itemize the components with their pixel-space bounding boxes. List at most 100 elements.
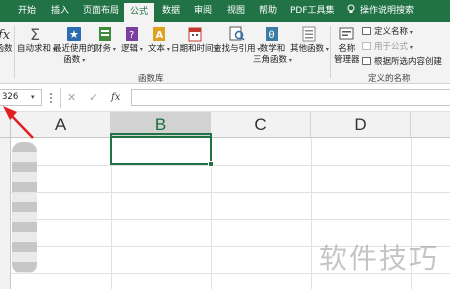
- ribbon-formulas: fx 函数 Σ 自动求和 ▾ ★ 最近使用的 函数 ▾ 财务 ▾ ? 逻辑 ▾ …: [0, 22, 450, 84]
- date-time-label: 日期和时间: [171, 44, 214, 54]
- row-header-strip[interactable]: [0, 138, 11, 289]
- tab-home[interactable]: 开始: [18, 0, 36, 22]
- formula-bar-separator: [60, 88, 61, 108]
- function-library-group-label: 函数库: [138, 74, 164, 84]
- date-time-button[interactable]: 日期和时间 ▾: [171, 25, 218, 55]
- defined-names-group-label: 定义的名称: [368, 74, 411, 84]
- name-box[interactable]: 326: [0, 89, 42, 106]
- tab-view[interactable]: 视图: [227, 0, 245, 22]
- lightbulb-icon: [347, 4, 355, 13]
- logical-label: 逻辑: [121, 44, 139, 54]
- insert-function-label: 函数: [0, 44, 13, 54]
- more-functions-button[interactable]: 其他函数 ▾: [290, 25, 329, 55]
- formula-bar: 326 ▾ ✕ ✓ fx: [0, 84, 450, 112]
- svg-text:★: ★: [69, 28, 79, 41]
- insert-function-button[interactable]: fx 函数: [0, 25, 14, 55]
- vertical-dots-icon[interactable]: [49, 92, 53, 104]
- row-gridline: [11, 192, 450, 193]
- financial-button[interactable]: 财务 ▾: [94, 25, 116, 55]
- selected-cell-b1[interactable]: [110, 133, 214, 167]
- name-manager-icon: [339, 27, 354, 40]
- confirm-entry-button[interactable]: ✓: [89, 89, 98, 106]
- sigma-icon: Σ: [30, 25, 40, 43]
- name-manager-button[interactable]: 名称 管理器: [334, 25, 360, 66]
- ribbon-tab-bar: 开始 插入 页面布局 公式 数据 审阅 视图 帮助 PDF工具集 操作说明搜索: [0, 0, 450, 22]
- chevron-down-icon: ▾: [324, 46, 329, 53]
- autosum-label: 自动求和: [17, 44, 52, 54]
- star-icon: ★: [67, 27, 82, 41]
- tab-insert[interactable]: 插入: [51, 0, 69, 22]
- create-from-selection-label: 根据所选内容创建: [374, 57, 443, 67]
- column-header-e-partial[interactable]: [411, 112, 450, 138]
- column-gridline: [311, 138, 312, 289]
- svg-text:fx: fx: [0, 28, 11, 43]
- chevron-down-icon: ▾: [165, 46, 170, 53]
- define-name-button[interactable]: 定义名称 ▾: [362, 27, 413, 38]
- worksheet-grid[interactable]: A B C D 软件技巧: [0, 112, 450, 289]
- chevron-down-icon: ▾: [408, 29, 413, 36]
- create-from-selection-button[interactable]: 根据所选内容创建: [362, 57, 442, 68]
- svg-text:A: A: [155, 30, 163, 41]
- recently-used-label-2: 函数: [63, 55, 81, 65]
- cancel-entry-button[interactable]: ✕: [67, 89, 76, 106]
- more-functions-icon: [302, 26, 316, 42]
- calendar-icon: [188, 27, 202, 42]
- ribbon-separator: [14, 26, 15, 78]
- svg-text:θ: θ: [269, 30, 275, 41]
- math-trig-label-1: 数学和: [259, 44, 286, 54]
- text-functions-button[interactable]: A 文本 ▾: [148, 25, 170, 55]
- financial-book-icon: [98, 27, 111, 41]
- insert-function-fx-button[interactable]: fx: [111, 89, 120, 106]
- blurred-row-region: [12, 142, 37, 274]
- tell-me-label: 操作说明搜索: [360, 6, 415, 16]
- name-manager-label-2: 管理器: [334, 55, 360, 65]
- recently-used-label-1: 最近使用的: [53, 44, 96, 54]
- tab-review[interactable]: 审阅: [194, 0, 212, 22]
- tab-pdf-tools[interactable]: PDF工具集: [290, 0, 335, 22]
- lookup-magnifier-icon: [229, 26, 245, 41]
- name-manager-label-1: 名称: [338, 44, 356, 54]
- fx-icon: fx: [0, 28, 11, 43]
- column-header-c[interactable]: C: [211, 112, 311, 138]
- lookup-reference-label: 查找与引用: [213, 44, 256, 54]
- tell-me-search[interactable]: 操作说明搜索: [346, 0, 414, 22]
- use-in-formula-label: 用于公式: [374, 42, 409, 52]
- select-all-corner[interactable]: [0, 112, 11, 138]
- formula-input[interactable]: [131, 89, 450, 106]
- chevron-down-icon: ▾: [287, 57, 292, 64]
- more-functions-label: 其他函数: [290, 44, 325, 54]
- use-in-formula-icon: [362, 42, 371, 50]
- define-name-icon: [362, 27, 371, 35]
- chevron-down-icon: ▾: [80, 57, 86, 64]
- name-box-dropdown-icon[interactable]: ▾: [31, 89, 35, 106]
- chevron-down-icon: ▾: [111, 46, 116, 53]
- tab-page-layout[interactable]: 页面布局: [83, 0, 119, 22]
- row-gridline: [11, 219, 450, 220]
- math-theta-icon: θ: [266, 27, 279, 41]
- logical-button[interactable]: ? 逻辑 ▾: [121, 25, 143, 55]
- column-header-a[interactable]: A: [11, 112, 111, 138]
- chevron-down-icon: ▾: [408, 44, 413, 51]
- autosum-button[interactable]: Σ 自动求和 ▾: [17, 25, 56, 55]
- define-name-label: 定义名称: [374, 27, 409, 37]
- text-functions-label: 文本: [148, 44, 166, 54]
- logical-question-icon: ?: [125, 27, 138, 41]
- column-header-d[interactable]: D: [311, 112, 411, 138]
- tab-data[interactable]: 数据: [162, 0, 180, 22]
- tab-help[interactable]: 帮助: [259, 0, 277, 22]
- fill-handle[interactable]: [208, 161, 214, 167]
- use-in-formula-button[interactable]: 用于公式 ▾: [362, 42, 413, 53]
- ribbon-separator: [330, 26, 331, 78]
- tab-formulas[interactable]: 公式: [124, 3, 155, 22]
- recently-used-button[interactable]: ★ 最近使用的 函数 ▾: [53, 25, 96, 66]
- math-trig-button[interactable]: θ 数学和 三角函数 ▾: [253, 25, 292, 66]
- create-from-selection-icon: [362, 57, 371, 65]
- chevron-down-icon: ▾: [138, 46, 143, 53]
- row-gridline: [11, 165, 450, 166]
- math-trig-label-2: 三角函数: [253, 55, 288, 65]
- text-a-icon: A: [152, 27, 165, 41]
- financial-label: 财务: [94, 44, 112, 54]
- svg-text:Σ: Σ: [30, 25, 40, 43]
- svg-text:?: ?: [129, 30, 134, 41]
- watermark: 软件技巧: [319, 242, 440, 275]
